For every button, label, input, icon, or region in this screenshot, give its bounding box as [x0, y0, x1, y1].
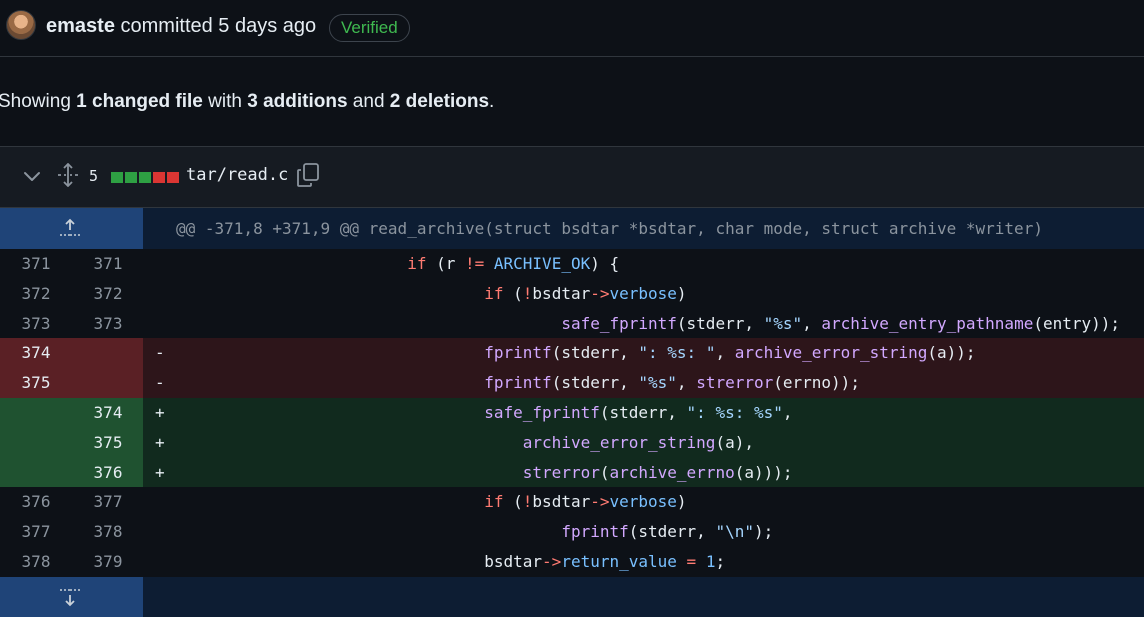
added-line: 374 + safe_fprintf(stderr, ": %s: %s",	[0, 397, 1144, 428]
code-line: if (!bsdtar->verbose)	[484, 492, 687, 512]
old-line-number[interactable]: 377	[0, 517, 72, 547]
summary-deletions: 2 deletions	[389, 91, 490, 112]
commit-time: committed 5 days ago	[120, 15, 317, 37]
diff-summary: Showing 1 changed file with 3 additions …	[0, 90, 494, 114]
hunk-header: @@ -371,8 +371,9 @@ read_archive(struct …	[176, 219, 1043, 238]
context-line: 373 373 safe_fprintf(stderr, "%s", archiv…	[0, 308, 1144, 339]
context-line: 377 378 fprintf(stderr, "\n");	[0, 517, 1144, 547]
summary-prefix: Showing	[0, 91, 77, 112]
code-line: strerror(archive_errno(a)));	[522, 462, 793, 482]
old-line-number[interactable]	[0, 398, 72, 428]
diffstat-square	[125, 172, 137, 183]
file-header: 5 tar/read.c	[0, 146, 1144, 208]
diffstat-square	[153, 172, 165, 183]
commit-info: emaste committed 5 days ago	[46, 14, 316, 38]
diff-marker: +	[155, 462, 165, 482]
summary-additions: 3 additions	[247, 91, 348, 112]
code-line: if (r != ARCHIVE_OK) {	[407, 254, 620, 273]
diff-marker: +	[155, 432, 165, 452]
new-line-number[interactable]: 376	[72, 458, 144, 488]
deleted-line: 375 - fprintf(stderr, "%s", strerror(errn…	[0, 368, 1144, 398]
diffstat-square	[139, 172, 151, 183]
old-line-number[interactable]: 375	[0, 368, 72, 398]
chevron-down-icon[interactable]	[23, 169, 41, 185]
new-line-number[interactable]: 373	[72, 309, 144, 339]
new-line-number[interactable]: 377	[72, 487, 144, 517]
new-line-number[interactable]: 378	[72, 517, 144, 547]
diff-marker: -	[155, 343, 165, 363]
old-line-number[interactable]: 372	[0, 279, 72, 309]
avatar[interactable]	[6, 10, 36, 40]
diff-table: @@ -371,8 +371,9 @@ read_archive(struct …	[0, 208, 1144, 617]
new-line-number[interactable]: 375	[72, 428, 144, 458]
expand-down-button[interactable]	[0, 576, 143, 617]
expand-up-icon	[60, 218, 80, 236]
new-line-number[interactable]	[72, 368, 144, 398]
diffstat-square	[111, 172, 123, 183]
old-line-number[interactable]: 378	[0, 547, 72, 577]
unfold-icon[interactable]	[57, 163, 79, 187]
file-name-link[interactable]: tar/read.c	[186, 165, 288, 185]
added-line: 376 + strerror(archive_errno(a)));	[0, 457, 1144, 488]
change-count: 5	[89, 167, 99, 185]
context-line: 376 377 if (!bsdtar->verbose)	[0, 487, 1144, 518]
context-line: 372 372 if (!bsdtar->verbose)	[0, 278, 1144, 309]
diffstat-square	[167, 172, 179, 183]
old-line-number[interactable]: 376	[0, 487, 72, 517]
summary-files: 1 changed file	[76, 91, 203, 112]
diff-marker: +	[155, 402, 165, 422]
code-line: fprintf(stderr, "%s", strerror(errno));	[484, 373, 860, 393]
expand-up-button[interactable]	[0, 208, 143, 249]
code-line: if (!bsdtar->verbose)	[484, 283, 687, 303]
old-line-number[interactable]	[0, 458, 72, 488]
diffstat-bar	[111, 172, 179, 183]
expand-down-row	[0, 576, 1144, 617]
expand-down-icon	[60, 588, 80, 607]
diff-marker: -	[155, 373, 165, 393]
summary-suffix: .	[489, 91, 495, 112]
code-line: fprintf(stderr, "\n");	[561, 522, 774, 542]
old-line-number[interactable]: 373	[0, 309, 72, 339]
context-line: 378 379 bsdtar->return_value = 1;	[0, 546, 1144, 577]
verified-badge[interactable]: Verified	[329, 14, 410, 42]
old-line-number[interactable]: 374	[0, 338, 72, 368]
code-line: archive_error_string(a),	[522, 432, 754, 452]
new-line-number[interactable]: 372	[72, 279, 144, 309]
hunk-header-row: @@ -371,8 +371,9 @@ read_archive(struct …	[0, 208, 1144, 249]
deleted-line: 374 - fprintf(stderr, ": %s: ", archive_e…	[0, 338, 1144, 369]
new-line-number[interactable]	[72, 338, 144, 368]
summary-mid1: with	[202, 91, 248, 112]
commit-header: emaste committed 5 days ago Verified	[0, 0, 1144, 57]
code-line: safe_fprintf(stderr, "%s", archive_entry…	[561, 313, 1121, 333]
old-line-number[interactable]	[0, 428, 72, 458]
summary-mid2: and	[347, 91, 390, 112]
added-line: 375 + archive_error_string(a),	[0, 427, 1144, 458]
context-line: 371 371 if (r != ARCHIVE_OK) {	[0, 249, 1144, 279]
new-line-number[interactable]: 374	[72, 398, 144, 428]
old-line-number[interactable]: 371	[0, 249, 72, 279]
copy-icon[interactable]	[296, 162, 320, 188]
new-line-number[interactable]: 371	[72, 249, 144, 279]
commit-author-link[interactable]: emaste	[46, 15, 115, 37]
new-line-number[interactable]: 379	[72, 547, 144, 577]
code-line: safe_fprintf(stderr, ": %s: %s",	[484, 402, 793, 422]
code-line: bsdtar->return_value = 1;	[176, 551, 726, 571]
code-line: fprintf(stderr, ": %s: ", archive_error_…	[484, 343, 976, 363]
